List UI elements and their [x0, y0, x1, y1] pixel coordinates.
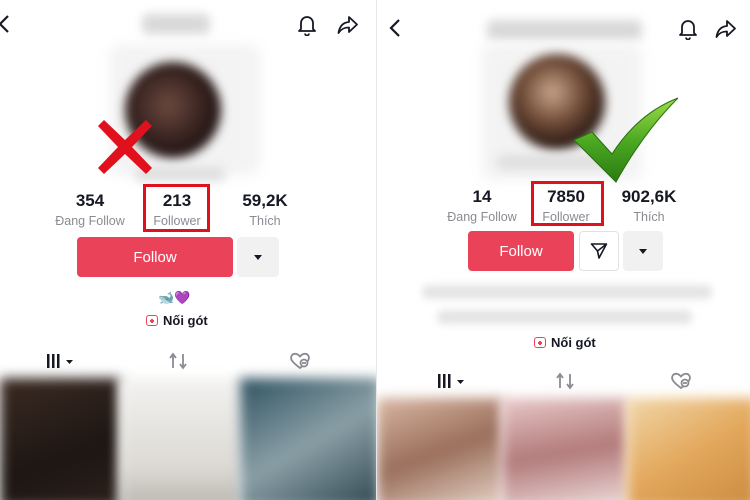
video-thumbnail[interactable] [377, 398, 502, 500]
grid-icon [438, 374, 464, 388]
tab-liked[interactable] [669, 370, 693, 392]
share-arrow-icon [337, 16, 358, 34]
noigot-label: Nối gót [163, 313, 208, 328]
tab-reposts[interactable] [553, 370, 577, 392]
video-thumbnail[interactable] [627, 398, 750, 500]
likes-label: Thích [633, 210, 665, 224]
tab-videos[interactable] [433, 370, 469, 392]
bell-icon [679, 20, 697, 40]
send-icon [590, 243, 608, 259]
back-button[interactable] [385, 16, 405, 40]
caret-down-icon [254, 254, 262, 260]
stat-following[interactable]: 354 Đang Follow [50, 191, 130, 228]
video-thumbnail[interactable] [0, 378, 120, 500]
likes-count: 902,6K [621, 187, 677, 206]
message-button[interactable] [579, 231, 619, 271]
bio-emoji: 🐋💜 [158, 290, 191, 305]
back-chevron-icon [389, 19, 400, 37]
following-count: 14 [472, 187, 492, 206]
caret-down-icon [639, 248, 647, 254]
stat-likes[interactable]: 59,2K Thích [225, 191, 305, 228]
share-button[interactable] [713, 16, 739, 42]
repost-icon [556, 372, 574, 390]
add-friend-icon [534, 337, 546, 348]
more-options-button[interactable] [237, 237, 279, 277]
video-thumbnail[interactable] [502, 398, 627, 500]
follow-button[interactable]: Follow [77, 237, 233, 277]
share-arrow-icon [715, 20, 736, 38]
notification-button[interactable] [295, 12, 319, 38]
stat-likes[interactable]: 902,6K Thích [609, 187, 689, 224]
share-button[interactable] [335, 12, 361, 38]
video-thumbnail[interactable] [120, 378, 240, 500]
back-chevron-icon [0, 15, 9, 33]
tab-reposts[interactable] [166, 350, 190, 372]
followers-highlight-box [143, 184, 210, 232]
tab-videos[interactable] [40, 350, 80, 372]
tab-liked[interactable] [288, 350, 312, 372]
bell-icon [298, 16, 316, 36]
profile-username-title [487, 20, 642, 40]
liked-heart-icon [671, 372, 691, 390]
liked-heart-icon [290, 352, 310, 370]
noigot-link[interactable]: Nối gót [534, 335, 596, 350]
likes-count: 59,2K [242, 191, 288, 210]
likes-label: Thích [249, 214, 281, 228]
profile-username-title [142, 14, 210, 34]
right-profile-screenshot: 14 Đang Follow 7850 Follower 902,6K Thíc… [376, 0, 750, 500]
green-check-mark [573, 97, 679, 183]
back-button[interactable] [0, 12, 14, 36]
notification-button[interactable] [676, 16, 700, 42]
noigot-label: Nối gót [551, 335, 596, 350]
follow-button[interactable]: Follow [468, 231, 574, 271]
following-label: Đang Follow [55, 214, 125, 228]
video-thumbnail[interactable] [240, 378, 376, 500]
stat-following[interactable]: 14 Đang Follow [442, 187, 522, 224]
followers-highlight-box [531, 181, 604, 226]
noigot-link[interactable]: Nối gót [146, 313, 208, 328]
repost-icon [169, 352, 187, 370]
bio-line [422, 285, 712, 299]
left-profile-screenshot: 354 Đang Follow 213 Follower 59,2K Thích… [0, 0, 376, 500]
bio-line [437, 310, 692, 324]
add-friend-icon [146, 315, 158, 326]
red-x-mark [98, 120, 152, 174]
grid-icon [47, 354, 73, 368]
more-options-button[interactable] [623, 231, 663, 271]
following-count: 354 [75, 191, 105, 210]
following-label: Đang Follow [447, 210, 517, 224]
